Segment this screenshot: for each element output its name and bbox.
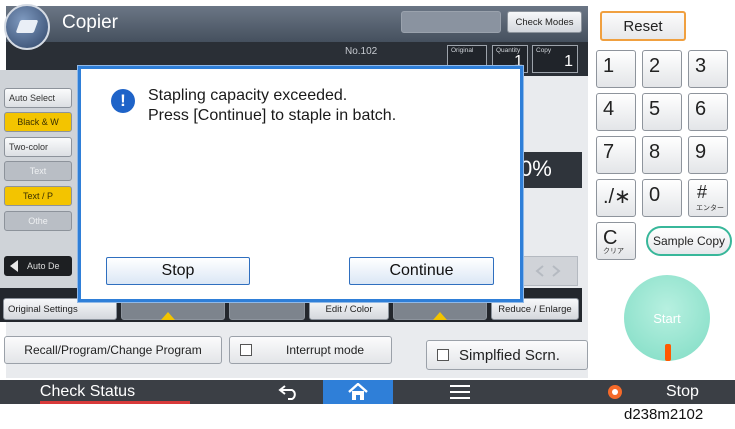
start-indicator-light xyxy=(665,344,671,361)
key-5[interactable]: 5 xyxy=(642,93,682,131)
key-7[interactable]: 7 xyxy=(596,136,636,174)
dialog-stop-button[interactable]: Stop xyxy=(106,257,250,285)
left-arrow-icon xyxy=(535,265,544,277)
check-modes-button[interactable]: Check Modes xyxy=(507,11,582,33)
interrupt-checkbox[interactable] xyxy=(240,344,252,356)
black-white-button[interactable]: Black & W xyxy=(4,112,72,132)
tab-indicator-icon xyxy=(161,312,175,320)
dialog-message-line1: Stapling capacity exceeded. xyxy=(148,87,348,104)
reset-button[interactable]: Reset xyxy=(600,11,686,41)
original-label: Original xyxy=(451,47,474,54)
copy-label: Copy xyxy=(536,47,552,54)
key-3[interactable]: 3 xyxy=(688,50,728,88)
copier-screen: Copier Check Modes No.102 Original Quant… xyxy=(0,0,735,429)
simplified-checkbox[interactable] xyxy=(437,349,449,361)
simplified-label: Simplfied Scrn. xyxy=(459,346,560,364)
copier-icon xyxy=(4,4,50,50)
text-photo-button[interactable]: Text / P xyxy=(4,186,72,206)
recall-program-button[interactable]: Recall/Program/Change Program xyxy=(4,336,222,364)
density-arrows xyxy=(518,256,578,286)
right-arrow-icon xyxy=(552,265,561,277)
alert-icon: ! xyxy=(111,89,135,113)
interrupt-mode-button[interactable]: Interrupt mode xyxy=(229,336,392,364)
key-6[interactable]: 6 xyxy=(688,93,728,131)
tab-indicator-icon xyxy=(433,312,447,320)
key-1[interactable]: 1 xyxy=(596,50,636,88)
sample-copy-button[interactable]: Sample Copy xyxy=(646,226,732,256)
menu-icon[interactable] xyxy=(430,380,490,404)
home-icon[interactable] xyxy=(323,380,393,404)
key-4[interactable]: 4 xyxy=(596,93,636,131)
copy-value: 1 xyxy=(564,53,573,70)
auto-density-button[interactable]: Auto De xyxy=(4,256,72,276)
enter-sublabel: エンター xyxy=(696,205,724,212)
interrupt-label: Interrupt mode xyxy=(286,343,365,357)
back-icon[interactable] xyxy=(260,380,318,404)
disabled-top-button xyxy=(401,11,501,33)
hash-label: # xyxy=(697,182,708,202)
staple-error-dialog: ! Stapling capacity exceeded. Press [Con… xyxy=(78,66,523,302)
app-title: Copier xyxy=(62,12,118,33)
clear-key[interactable]: C クリア xyxy=(596,222,636,260)
key-0[interactable]: 0 xyxy=(642,179,682,217)
other-button[interactable]: Othe xyxy=(4,211,72,231)
check-status-alert-line xyxy=(40,401,190,404)
clear-sublabel: クリア xyxy=(603,248,624,255)
title-bar: Copier Check Modes xyxy=(6,6,588,42)
text-mode-button[interactable]: Text xyxy=(4,161,72,181)
stop-icon[interactable] xyxy=(608,385,622,399)
copy-counter: Copy 1 xyxy=(532,45,578,73)
two-color-button[interactable]: Two-color xyxy=(4,137,72,157)
key-dot-star[interactable]: ./∗ xyxy=(596,179,636,217)
auto-select-button[interactable]: Auto Select xyxy=(4,88,72,108)
figure-code: d238m2102 xyxy=(624,406,704,423)
key-9[interactable]: 9 xyxy=(688,136,728,174)
job-number: No.102 xyxy=(345,46,378,57)
dialog-continue-button[interactable]: Continue xyxy=(349,257,494,285)
dialog-message-line2: Press [Continue] to staple in batch. xyxy=(148,107,397,124)
simplified-screen-button[interactable]: Simplfied Scrn. xyxy=(426,340,588,370)
key-8[interactable]: 8 xyxy=(642,136,682,174)
key-hash-enter[interactable]: # エンター xyxy=(688,179,728,217)
key-2[interactable]: 2 xyxy=(642,50,682,88)
stop-button-label[interactable]: Stop xyxy=(666,383,699,401)
ratio-value: 0% xyxy=(520,156,552,181)
